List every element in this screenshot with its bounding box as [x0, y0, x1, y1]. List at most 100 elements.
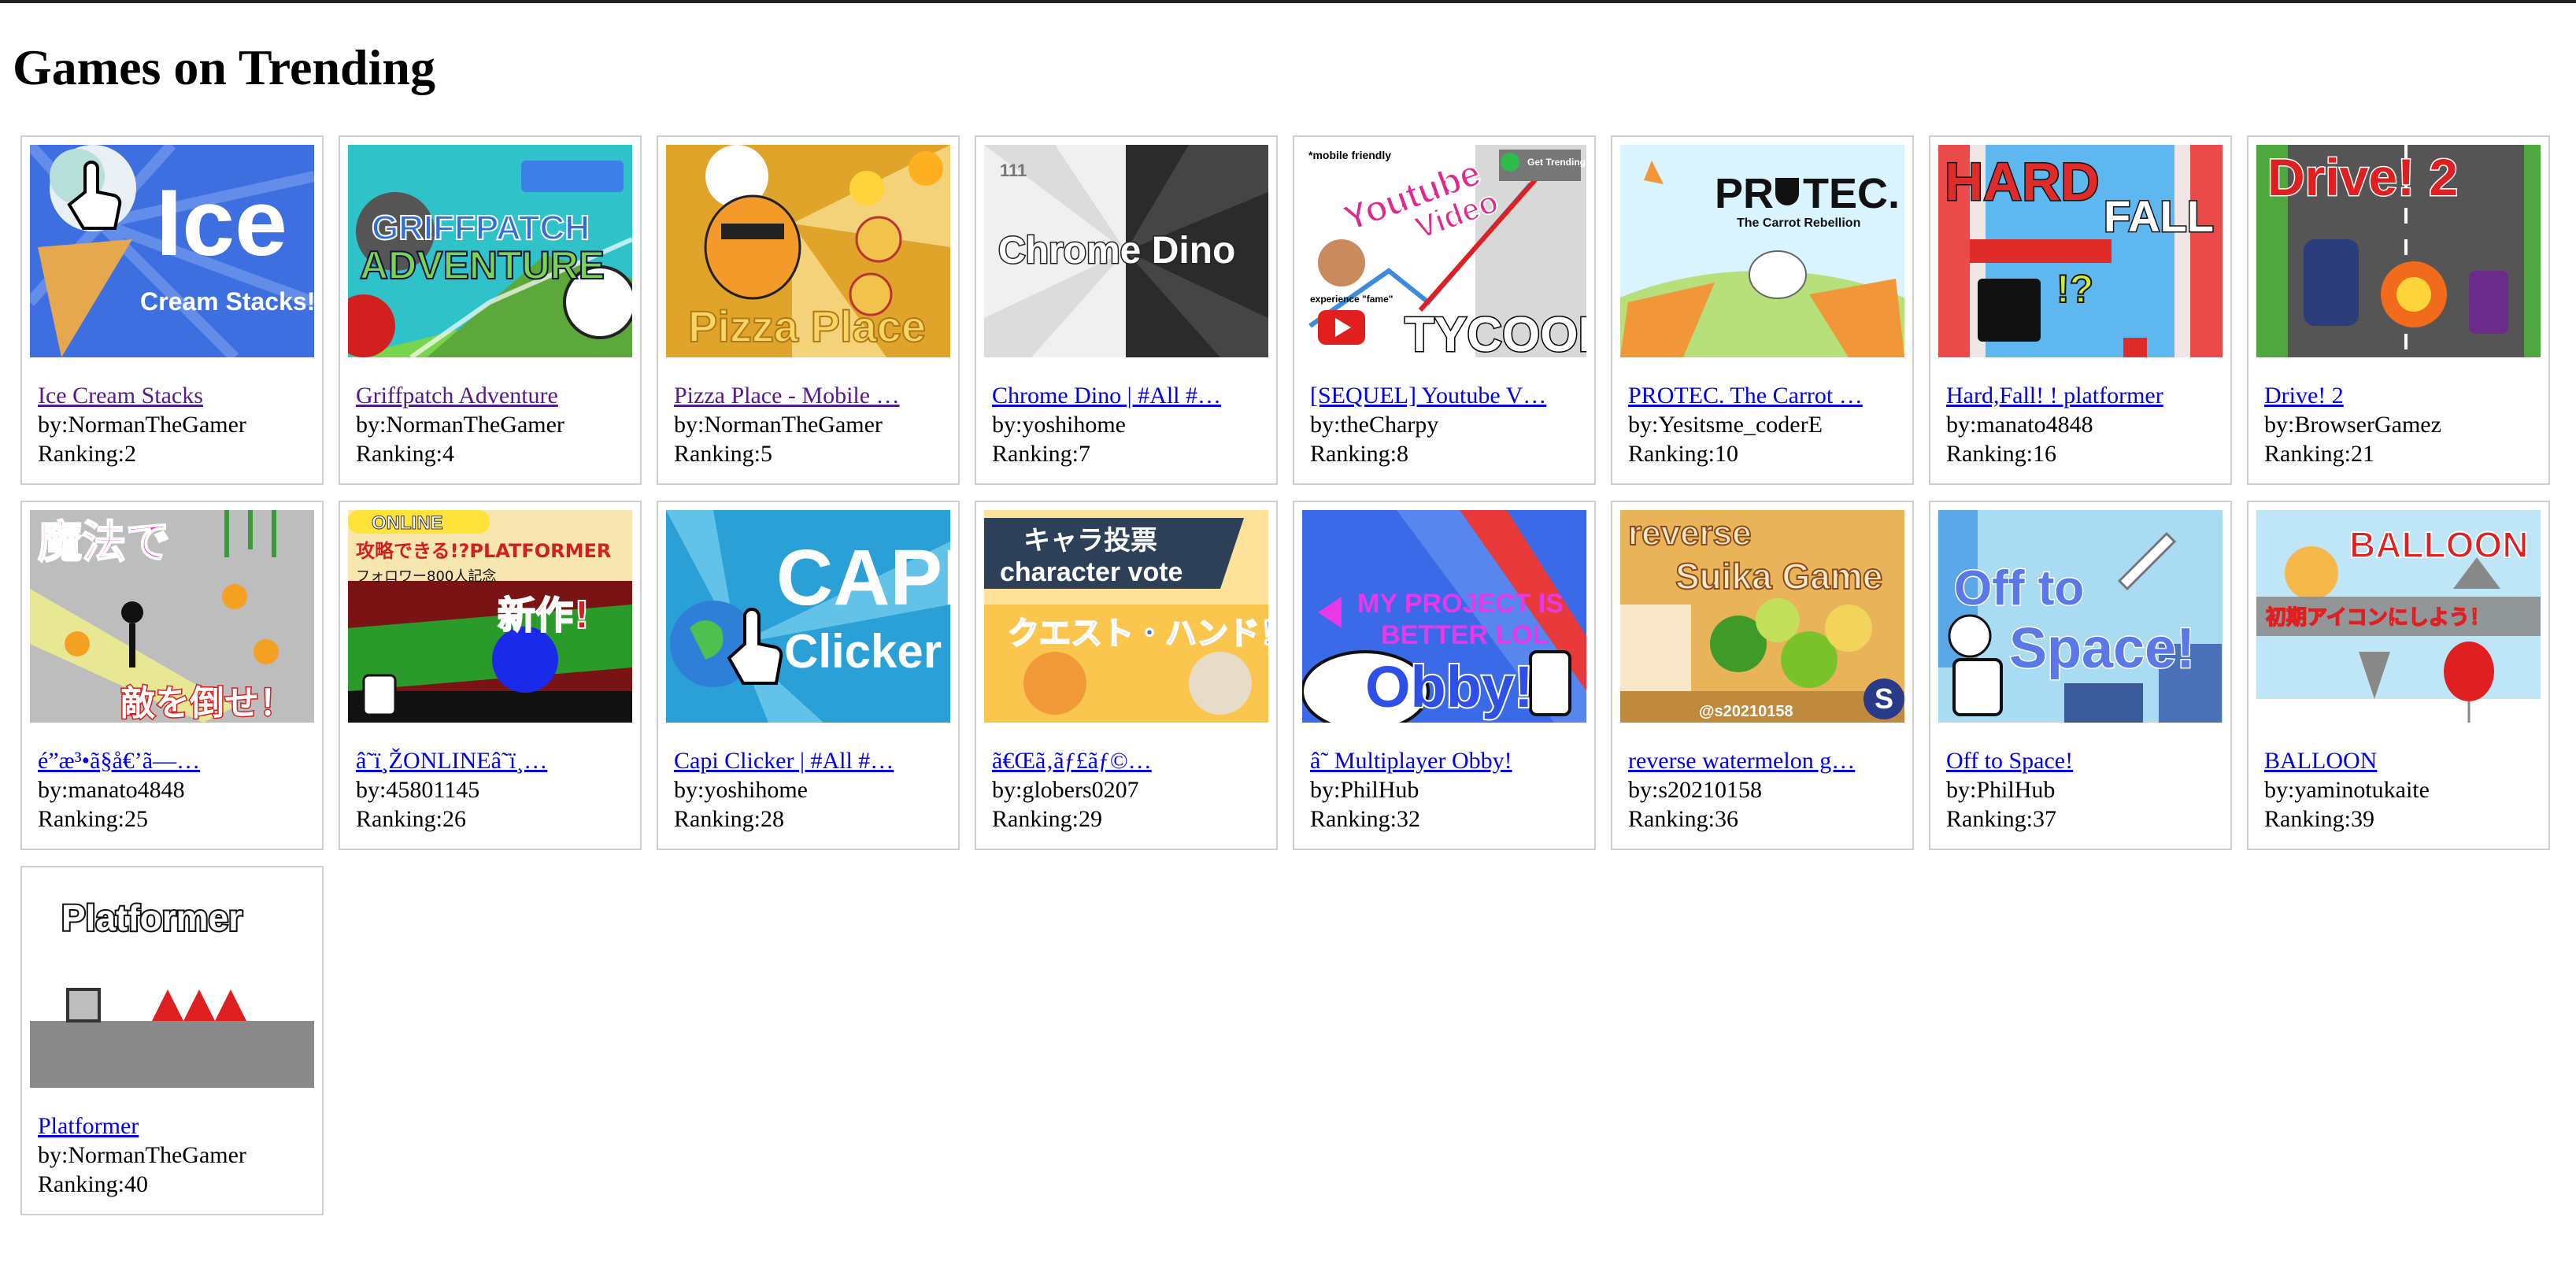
- game-card: キャラ投票 character vote クエスト・ハンド！ ã€Œã‚­ãƒ£…: [975, 501, 1278, 850]
- game-title-link[interactable]: Griffpatch Adventure: [356, 381, 624, 410]
- game-thumbnail[interactable]: HARD FALL !?: [1938, 145, 2223, 357]
- game-thumbnail[interactable]: ONLINE 攻略できる!?PLATFORMER フォロワー800人記念 新作!: [348, 510, 632, 723]
- svg-text:クエスト・ハンド！: クエスト・ハンド！: [1008, 616, 1268, 652]
- svg-text:魔法で: 魔法で: [38, 517, 170, 568]
- game-author: by:45801145: [356, 777, 480, 803]
- game-thumbnail[interactable]: Drive! 2: [2256, 145, 2541, 357]
- svg-text:BETTER LOL: BETTER LOL: [1381, 620, 1549, 650]
- game-thumbnail[interactable]: MY PROJECT IS BETTER LOL Obby!: [1302, 510, 1586, 723]
- svg-text:Pizza Place: Pizza Place: [688, 301, 926, 351]
- svg-text:S: S: [1875, 682, 1893, 715]
- game-title-link[interactable]: BALLOON: [2264, 746, 2532, 775]
- game-ranking: Ranking:21: [2264, 441, 2374, 467]
- game-ranking: Ranking:29: [992, 806, 1102, 832]
- game-thumbnail[interactable]: GRIFFPATCH ADVENTURE: [348, 145, 632, 357]
- game-thumbnail[interactable]: Pizza Place: [666, 145, 950, 357]
- svg-text:Platformer: Platformer: [61, 897, 242, 938]
- game-title-link[interactable]: é”æ³•ã§å€’ã—…: [38, 746, 305, 775]
- game-title-link[interactable]: â˜ï¸ŽONLINEâ˜ï¸…: [356, 746, 624, 775]
- game-author: by:s20210158: [1628, 777, 1763, 803]
- game-card: Platformer Platformer by:NormanTheGamer …: [20, 866, 324, 1215]
- game-author: by:BrowserGamez: [2264, 412, 2441, 438]
- svg-text:新作!: 新作!: [498, 594, 590, 638]
- game-card: 魔法で 敵を倒せ！ é”æ³•ã§å€’ã—… by:manato4848 Ra…: [20, 501, 324, 850]
- svg-text:@s20210158: @s20210158: [1699, 703, 1793, 720]
- svg-text:*mobile friendly: *mobile friendly: [1308, 149, 1391, 161]
- svg-text:CAPI: CAPI: [776, 534, 950, 622]
- svg-text:Obby!: Obby!: [1365, 654, 1534, 719]
- svg-text:Ice: Ice: [156, 170, 287, 275]
- svg-text:Get Trending: Get Trending: [1527, 157, 1586, 168]
- svg-text:TEC.: TEC.: [1803, 170, 1900, 217]
- game-card: HARD FALL !? Hard,Fall! ! platformer by:…: [1929, 135, 2232, 485]
- game-card: Drive! 2 Drive! 2 by:BrowserGamez Rankin…: [2247, 135, 2550, 485]
- svg-text:Chrome Dino: Chrome Dino: [998, 230, 1235, 272]
- svg-text:!?: !?: [2056, 267, 2093, 311]
- ice-cream-stacks-thumbnail: Ice Cream Stacks!: [30, 145, 314, 357]
- game-title-link[interactable]: Pizza Place - Mobile …: [674, 381, 942, 410]
- game-author: by:NormanTheGamer: [38, 1142, 246, 1168]
- game-title-link[interactable]: PROTEC. The Carrot …: [1628, 381, 1896, 410]
- game-thumbnail[interactable]: 111 Chrome Dino: [984, 145, 1268, 357]
- game-author: by:NormanTheGamer: [674, 412, 883, 438]
- game-title-link[interactable]: â˜ Multiplayer Obby!: [1310, 746, 1578, 775]
- svg-text:MY PROJECT IS: MY PROJECT IS: [1357, 589, 1564, 619]
- svg-text:Off to: Off to: [1954, 561, 2084, 616]
- game-thumbnail[interactable]: 魔法で 敵を倒せ！: [30, 510, 314, 723]
- game-ranking: Ranking:10: [1628, 441, 1738, 467]
- game-thumbnail[interactable]: BALLOON 初期アイコンにしよう！: [2256, 510, 2541, 723]
- game-thumbnail[interactable]: Off to Space!: [1938, 510, 2223, 723]
- svg-text:TYCOON: TYCOON: [1405, 308, 1586, 357]
- game-title-link[interactable]: [SEQUEL] Youtube V…: [1310, 381, 1578, 410]
- game-title-link[interactable]: reverse watermelon g…: [1628, 746, 1896, 775]
- game-thumbnail[interactable]: Platformer: [30, 875, 314, 1088]
- game-thumbnail[interactable]: キャラ投票 character vote クエスト・ハンド！: [984, 510, 1268, 723]
- svg-text:Suika Game: Suika Game: [1675, 556, 1882, 597]
- capi-clicker-thumbnail: CAPI Clicker: [666, 510, 950, 723]
- game-title-link[interactable]: Off to Space!: [1946, 746, 2214, 775]
- game-thumbnail[interactable]: Ice Cream Stacks!: [30, 145, 314, 357]
- svg-text:PR: PR: [1715, 170, 1774, 217]
- youtube-tycoon-thumbnail: *mobile friendly Youtube Video TYCOON ex…: [1302, 145, 1586, 357]
- svg-text:BALLOON: BALLOON: [2349, 524, 2528, 565]
- svg-text:初期アイコンにしよう！: 初期アイコンにしよう！: [2266, 606, 2490, 630]
- game-ranking: Ranking:7: [992, 441, 1090, 467]
- game-title-link[interactable]: Chrome Dino | #All #…: [992, 381, 1260, 410]
- character-vote-thumbnail: キャラ投票 character vote クエスト・ハンド！: [984, 510, 1268, 723]
- game-ranking: Ranking:40: [38, 1171, 148, 1197]
- svg-text:Drive! 2: Drive! 2: [2267, 148, 2458, 206]
- game-title-link[interactable]: Ice Cream Stacks: [38, 381, 305, 410]
- svg-text:攻略できる!?PLATFORMER: 攻略できる!?PLATFORMER: [356, 540, 611, 562]
- griffpatch-adventure-thumbnail: GRIFFPATCH ADVENTURE: [348, 145, 632, 357]
- svg-text:敵を倒せ！: 敵を倒せ！: [120, 683, 294, 723]
- game-author: by:manato4848: [1946, 412, 2093, 438]
- game-thumbnail[interactable]: PR TEC. The Carrot Rebellion: [1620, 145, 1904, 357]
- game-card: ONLINE 攻略できる!?PLATFORMER フォロワー800人記念 新作!…: [339, 501, 642, 850]
- game-title-link[interactable]: Platformer: [38, 1111, 305, 1141]
- game-author: by:manato4848: [38, 777, 185, 803]
- game-ranking: Ranking:26: [356, 806, 466, 832]
- game-ranking: Ranking:28: [674, 806, 784, 832]
- game-card: reverse Suika Game @s20210158 S reverse …: [1611, 501, 1914, 850]
- game-ranking: Ranking:5: [674, 441, 772, 467]
- svg-text:experience "fame": experience "fame": [1310, 294, 1393, 305]
- svg-text:Space!: Space!: [2009, 617, 2195, 680]
- game-thumbnail[interactable]: CAPI Clicker: [666, 510, 950, 723]
- svg-text:Clicker: Clicker: [784, 625, 942, 678]
- game-author: by:Yesitsme_coderE: [1628, 412, 1823, 438]
- game-thumbnail[interactable]: reverse Suika Game @s20210158 S: [1620, 510, 1904, 723]
- svg-text:FALL: FALL: [2104, 191, 2214, 241]
- game-title-link[interactable]: ã€Œã‚­ãƒ£ãƒ©…: [992, 746, 1260, 775]
- game-card: GRIFFPATCH ADVENTURE Griffpatch Adventur…: [339, 135, 642, 485]
- game-title-link[interactable]: Hard,Fall! ! platformer: [1946, 381, 2214, 410]
- game-title-link[interactable]: Drive! 2: [2264, 381, 2532, 410]
- page: Games on Trending: [0, 3, 2576, 95]
- game-card: *mobile friendly Youtube Video TYCOON ex…: [1293, 135, 1596, 485]
- game-card: Off to Space! Off to Space! by:PhilHub R…: [1929, 501, 2232, 850]
- game-author: by:theCharpy: [1310, 412, 1439, 438]
- game-thumbnail[interactable]: *mobile friendly Youtube Video TYCOON ex…: [1302, 145, 1586, 357]
- reverse-suika-thumbnail: reverse Suika Game @s20210158 S: [1620, 510, 1904, 723]
- game-title-link[interactable]: Capi Clicker | #All #…: [674, 746, 942, 775]
- game-ranking: Ranking:32: [1310, 806, 1420, 832]
- game-ranking: Ranking:39: [2264, 806, 2374, 832]
